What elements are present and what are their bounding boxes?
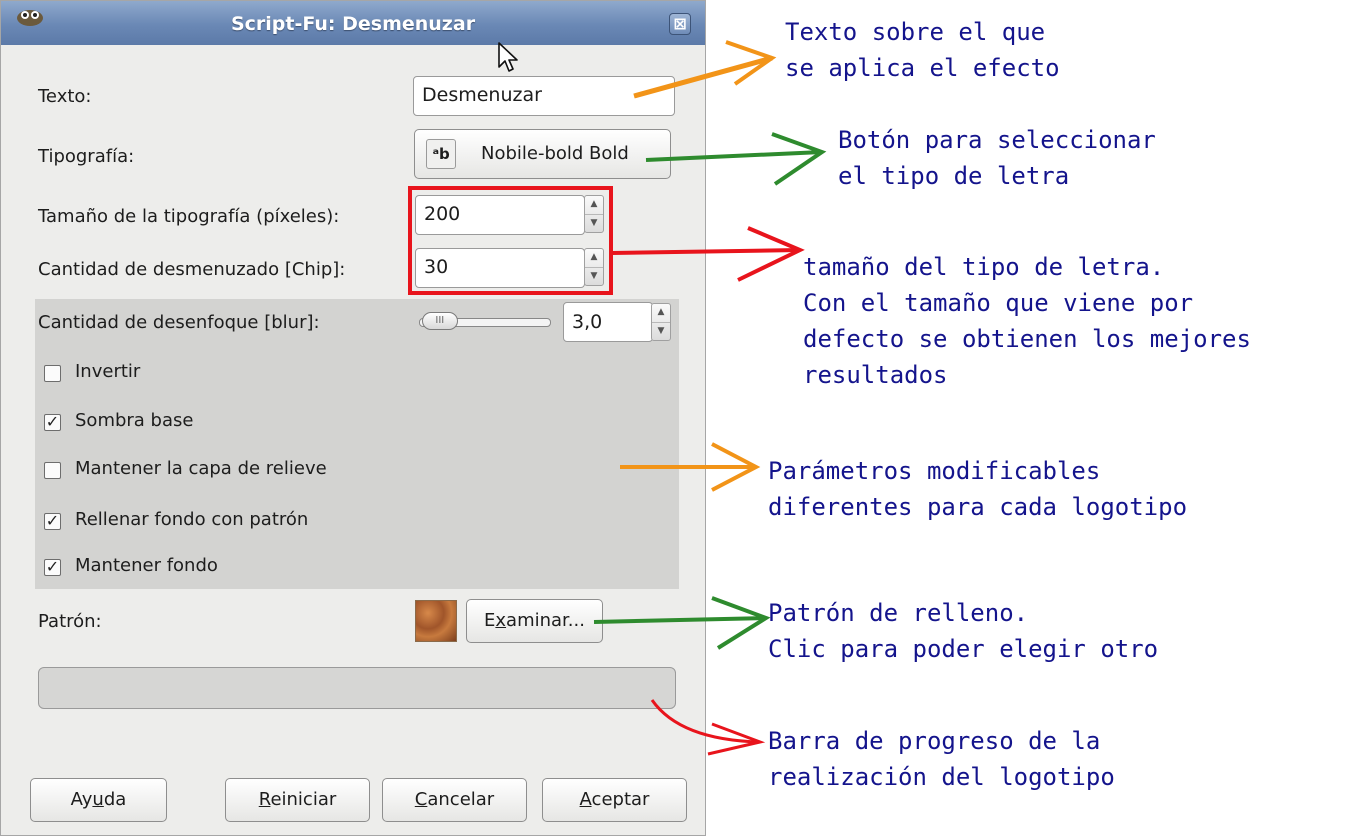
annotation-texto: Texto sobre el que se aplica el efecto [785,18,1060,82]
arrow-tipografia [645,150,823,162]
arrow-tipografia-head [771,132,827,186]
arrow-tamano-head [737,226,805,282]
annotation-parametros: Parámetros modificables diferentes para … [768,457,1188,521]
annotation-tipografia: Botón para seleccionar el tipo de letra [838,126,1156,190]
arrow-patron [593,616,767,624]
arrow-texto [633,55,773,99]
annotation-tamano: tamaño del tipo de letra. Con el tamaño … [803,253,1251,389]
annotation-progreso: Barra de progreso de la realización del … [768,727,1115,791]
annotation-patron: Patrón de relleno. Clic para poder elegi… [768,599,1159,663]
arrow-patron-head [711,596,771,650]
arrow-tamano [611,248,801,255]
